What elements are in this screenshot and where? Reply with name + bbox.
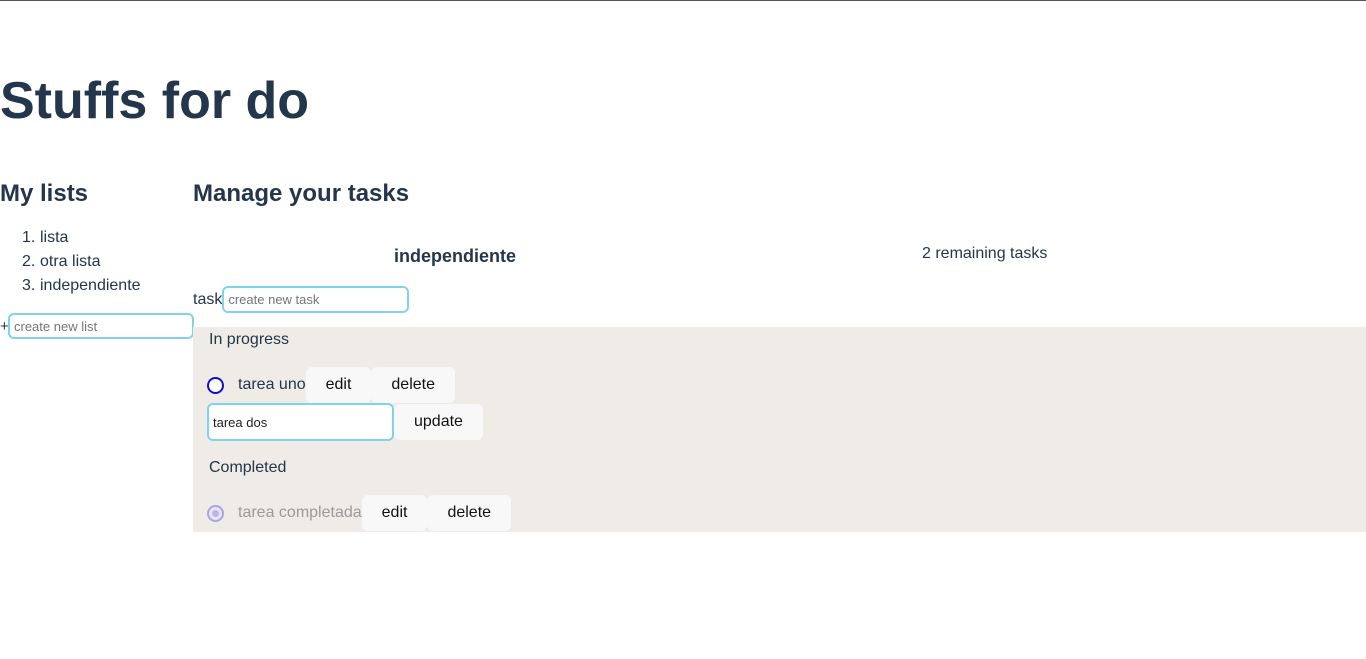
lists: 1. lista 2. otra lista 3. independiente — [22, 227, 141, 299]
delete-button[interactable]: delete — [427, 495, 512, 531]
tasks-panel: In progress tarea uno edit delete update… — [193, 327, 1366, 532]
edit-button[interactable]: edit — [305, 367, 372, 403]
sidebar-item-label[interactable]: independiente — [40, 277, 141, 294]
task-row: tarea uno edit delete — [207, 367, 455, 403]
task-text: tarea uno — [238, 376, 306, 393]
sidebar-item-independiente[interactable]: 3. independiente — [22, 275, 141, 299]
edit-task-input[interactable] — [207, 403, 394, 441]
sidebar-title: My lists — [0, 180, 89, 207]
new-task-label: task — [193, 290, 223, 308]
current-list-name: independiente — [394, 246, 517, 266]
completed-label: Completed — [209, 459, 287, 476]
sidebar-item-lista[interactable]: 1. lista — [22, 227, 141, 251]
task-text: tarea completada — [238, 504, 362, 521]
edit-button[interactable]: edit — [361, 495, 428, 531]
task-row: tarea completada edit delete — [207, 495, 512, 531]
list-number: 2. — [22, 253, 36, 270]
remaining-tasks-count: 2 remaining tasks — [922, 245, 1048, 262]
sidebar-item-otra-lista[interactable]: 2. otra lista — [22, 251, 141, 275]
sidebar-item-label[interactable]: lista — [40, 229, 68, 246]
task-checkbox[interactable] — [207, 376, 224, 394]
new-list-input[interactable] — [8, 313, 194, 339]
task-checkbox-checked[interactable] — [207, 504, 224, 522]
in-progress-label: In progress — [209, 331, 290, 348]
delete-button[interactable]: delete — [371, 367, 455, 403]
new-list-form: + — [0, 313, 194, 339]
page: Stuffs for do My lists 1. lista 2. otra … — [0, 0, 1366, 659]
update-button[interactable]: update — [394, 404, 483, 440]
main-title: Manage your tasks — [193, 180, 410, 207]
plus-icon: + — [0, 317, 9, 335]
new-task-input[interactable] — [222, 286, 410, 313]
list-number: 3. — [22, 277, 36, 294]
list-number: 1. — [22, 229, 36, 246]
new-task-form: task — [193, 286, 410, 313]
app-title: Stuffs for do — [0, 72, 310, 130]
sidebar-item-label[interactable]: otra lista — [40, 253, 100, 270]
task-edit-row: update — [207, 403, 483, 441]
